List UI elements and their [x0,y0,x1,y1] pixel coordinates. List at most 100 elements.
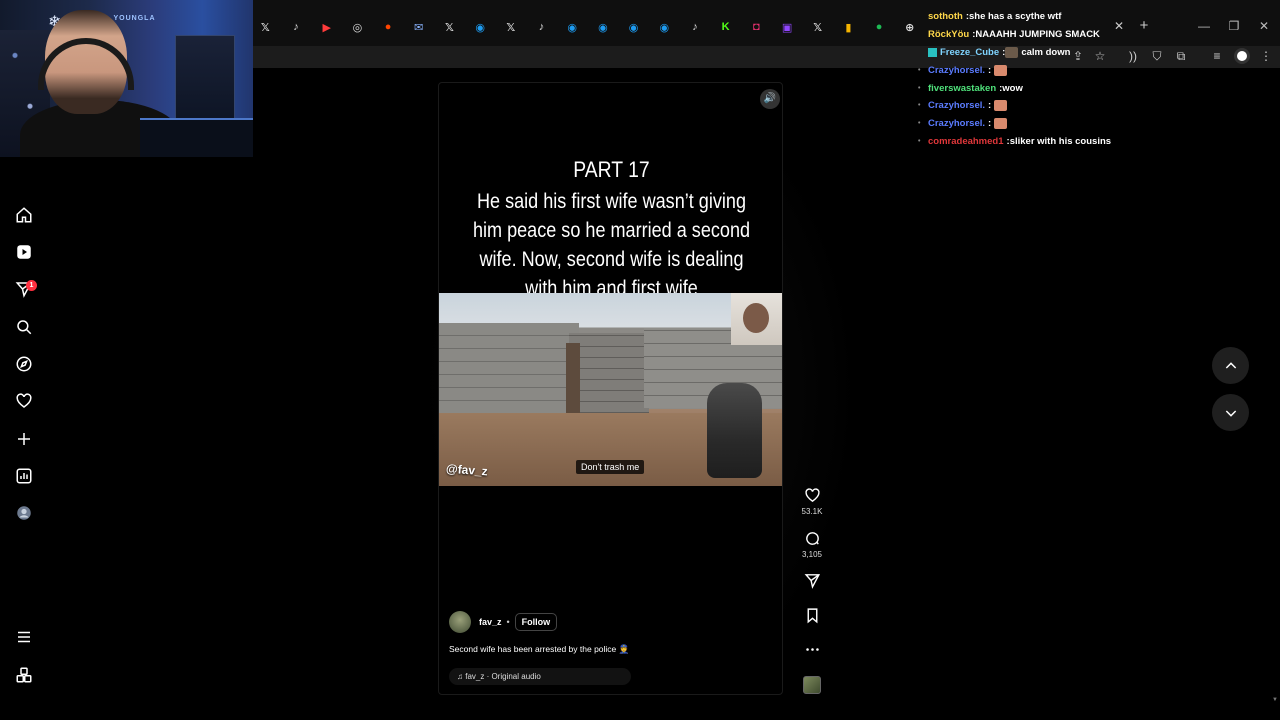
audio-thumbnail[interactable] [803,676,821,694]
reel-part-label: PART 17 [573,157,650,182]
also-from-meta-icon[interactable] [14,665,34,685]
chat-colon: : [988,100,992,112]
author-avatar[interactable] [449,611,471,633]
site-icon[interactable]: ◉ [557,18,588,36]
chat-message: • fiverswastaken: wow [918,79,1278,97]
chat-text: she has a scythe wtf [969,11,1062,23]
explore-compass-icon[interactable] [14,354,34,374]
more-options-button[interactable] [792,641,832,658]
chat-username[interactable]: Crazyhorsel. [928,100,985,111]
video-inset-face [743,303,769,333]
volume-icon[interactable]: 🔊 [760,89,780,109]
chat-badge: • [918,120,921,128]
more-menu-icon[interactable] [14,627,34,647]
chat-emote [1005,46,1019,58]
webcam-overlay: ❄ YOUNGLA [0,0,253,157]
notification-badge: 1 [26,280,37,291]
chat-emote [994,118,1008,130]
scroll-down-icon[interactable]: ▼ [1272,697,1278,703]
chat-message: • Crazyhorsel.: [918,97,1278,115]
save-button[interactable] [792,607,832,624]
site-icon[interactable]: ◉ [618,18,649,36]
x-icon[interactable]: 𝕏 [250,18,281,36]
chat-username[interactable]: Crazyhorsel. [928,65,985,76]
x-icon[interactable]: 𝕏 [434,18,465,36]
reel-caption: He said his first wife wasn’t giving him… [439,187,782,303]
caption-line: wife. Now, second wife is dealing [479,248,744,271]
chevron-down-icon [1225,409,1236,417]
more-dots-icon [805,648,819,651]
site-icon[interactable]: ◉ [649,18,680,36]
chat-text: calm down [1021,46,1071,58]
tiktok-icon[interactable]: ♪ [680,18,711,36]
home-icon[interactable] [14,205,34,225]
chat-colon: : [988,118,992,130]
mail-icon[interactable]: ✉ [403,18,434,36]
video-person [707,383,762,478]
x-icon[interactable]: 𝕏 [802,18,833,36]
spotify-icon[interactable]: ● [864,18,895,36]
video-watermark: @fav_z [445,461,489,479]
reels-icon[interactable] [14,242,34,262]
tab-list: 𝕏 ♪ ▶ ◎ ● ✉ 𝕏 ◉ 𝕏 ♪ ◉ ◉ ◉ ◉ ♪ K ◘ ▣ 𝕏 ▮ ● ⊕ [250,18,925,36]
chat-message: • Crazyhorsel.: [918,115,1278,133]
create-plus-icon[interactable] [14,429,34,449]
share-button[interactable] [792,572,832,589]
monitor [140,118,253,157]
shelf [175,35,235,125]
comment-count: 3,105 [801,550,823,559]
bookmark-icon [807,608,817,624]
video-inset [731,293,782,345]
author-row: fav_z • Follow [449,611,558,633]
next-reel-button[interactable] [1212,394,1249,431]
chat-username[interactable]: fiverswastaken [928,83,996,94]
chat-message: Freeze_Cube: calm down [918,44,1278,62]
comment-icon [805,532,819,545]
reel-video[interactable]: @fav_z Don't trash me [439,293,782,486]
caption-line: him peace so he married a second [472,219,751,242]
chart-icon[interactable]: ▮ [833,18,864,36]
tiktok-icon[interactable]: ♪ [281,18,312,36]
site-icon[interactable]: ◉ [465,18,496,36]
instagram-icon[interactable]: ◘ [741,18,772,36]
audio-pill[interactable]: ♫ fav_z · Original audio [449,668,631,685]
chat-username[interactable]: RöckYöu [928,29,969,40]
chat-username[interactable]: comradeahmed1 [928,136,1004,147]
search-icon[interactable] [14,317,34,337]
chevron-up-icon [1225,361,1236,369]
neon-sign: YOUNGLA [113,15,156,22]
chat-message: • comradeahmed1: sliker with his cousins [918,133,1278,151]
site-icon[interactable]: ◉ [588,18,619,36]
video-wall [439,323,579,413]
chatgpt-icon[interactable]: ◎ [342,18,373,36]
like-button[interactable]: 53.1K [792,487,832,516]
profile-avatar-icon[interactable] [14,503,34,523]
chat-text: wow [1002,82,1023,94]
chat-badge: • [918,137,921,145]
kick-icon[interactable]: K [710,18,741,36]
like-count: 53.1K [801,507,823,516]
follow-button[interactable]: Follow [514,613,558,631]
comment-button[interactable]: 3,105 [792,530,832,559]
author-name[interactable]: fav_z [479,617,502,627]
reddit-icon[interactable]: ● [373,18,404,36]
chat-message: RöckYöu: NAAAHH JUMPING SMACK [918,26,1278,44]
dashboard-icon[interactable] [14,466,34,486]
x-icon[interactable]: 𝕏 [496,18,527,36]
youtube-icon[interactable]: ▶ [311,18,342,36]
tiktok-icon[interactable]: ♪ [526,18,557,36]
twitch-icon[interactable]: ▣ [772,18,803,36]
previous-reel-button[interactable] [1212,347,1249,384]
video-wall [569,333,649,423]
chat-username[interactable]: Freeze_Cube [940,47,999,58]
chat-username[interactable]: sothoth [928,11,963,22]
post-caption: Second wife has been arrested by the pol… [449,644,630,654]
chat-badge-icon [928,47,937,57]
chat-username[interactable]: Crazyhorsel. [928,118,985,129]
notifications-heart-icon[interactable] [14,391,34,411]
separator: • [506,617,510,627]
reel-card[interactable]: 🔊 PART 17 He said his first wife wasn’t … [438,82,783,695]
chat-emote [994,64,1008,76]
video-subtitle: Don't trash me [576,460,645,474]
chat-badge: • [918,102,921,110]
